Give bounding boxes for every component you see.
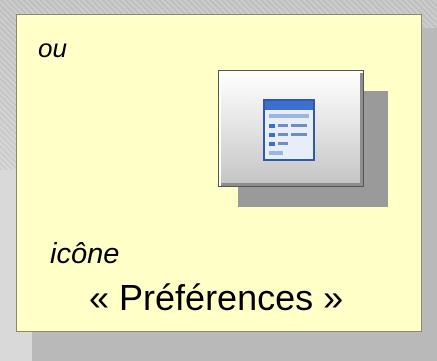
note-text-ou: ou bbox=[38, 33, 67, 63]
note-card: ou icône « Préférences » bbox=[16, 14, 422, 332]
note-text-preferences: « Préférences » bbox=[89, 277, 344, 318]
note-text-icone: icône bbox=[50, 238, 120, 270]
preferences-icon-button[interactable] bbox=[218, 70, 364, 187]
preferences-window-icon bbox=[263, 99, 315, 161]
